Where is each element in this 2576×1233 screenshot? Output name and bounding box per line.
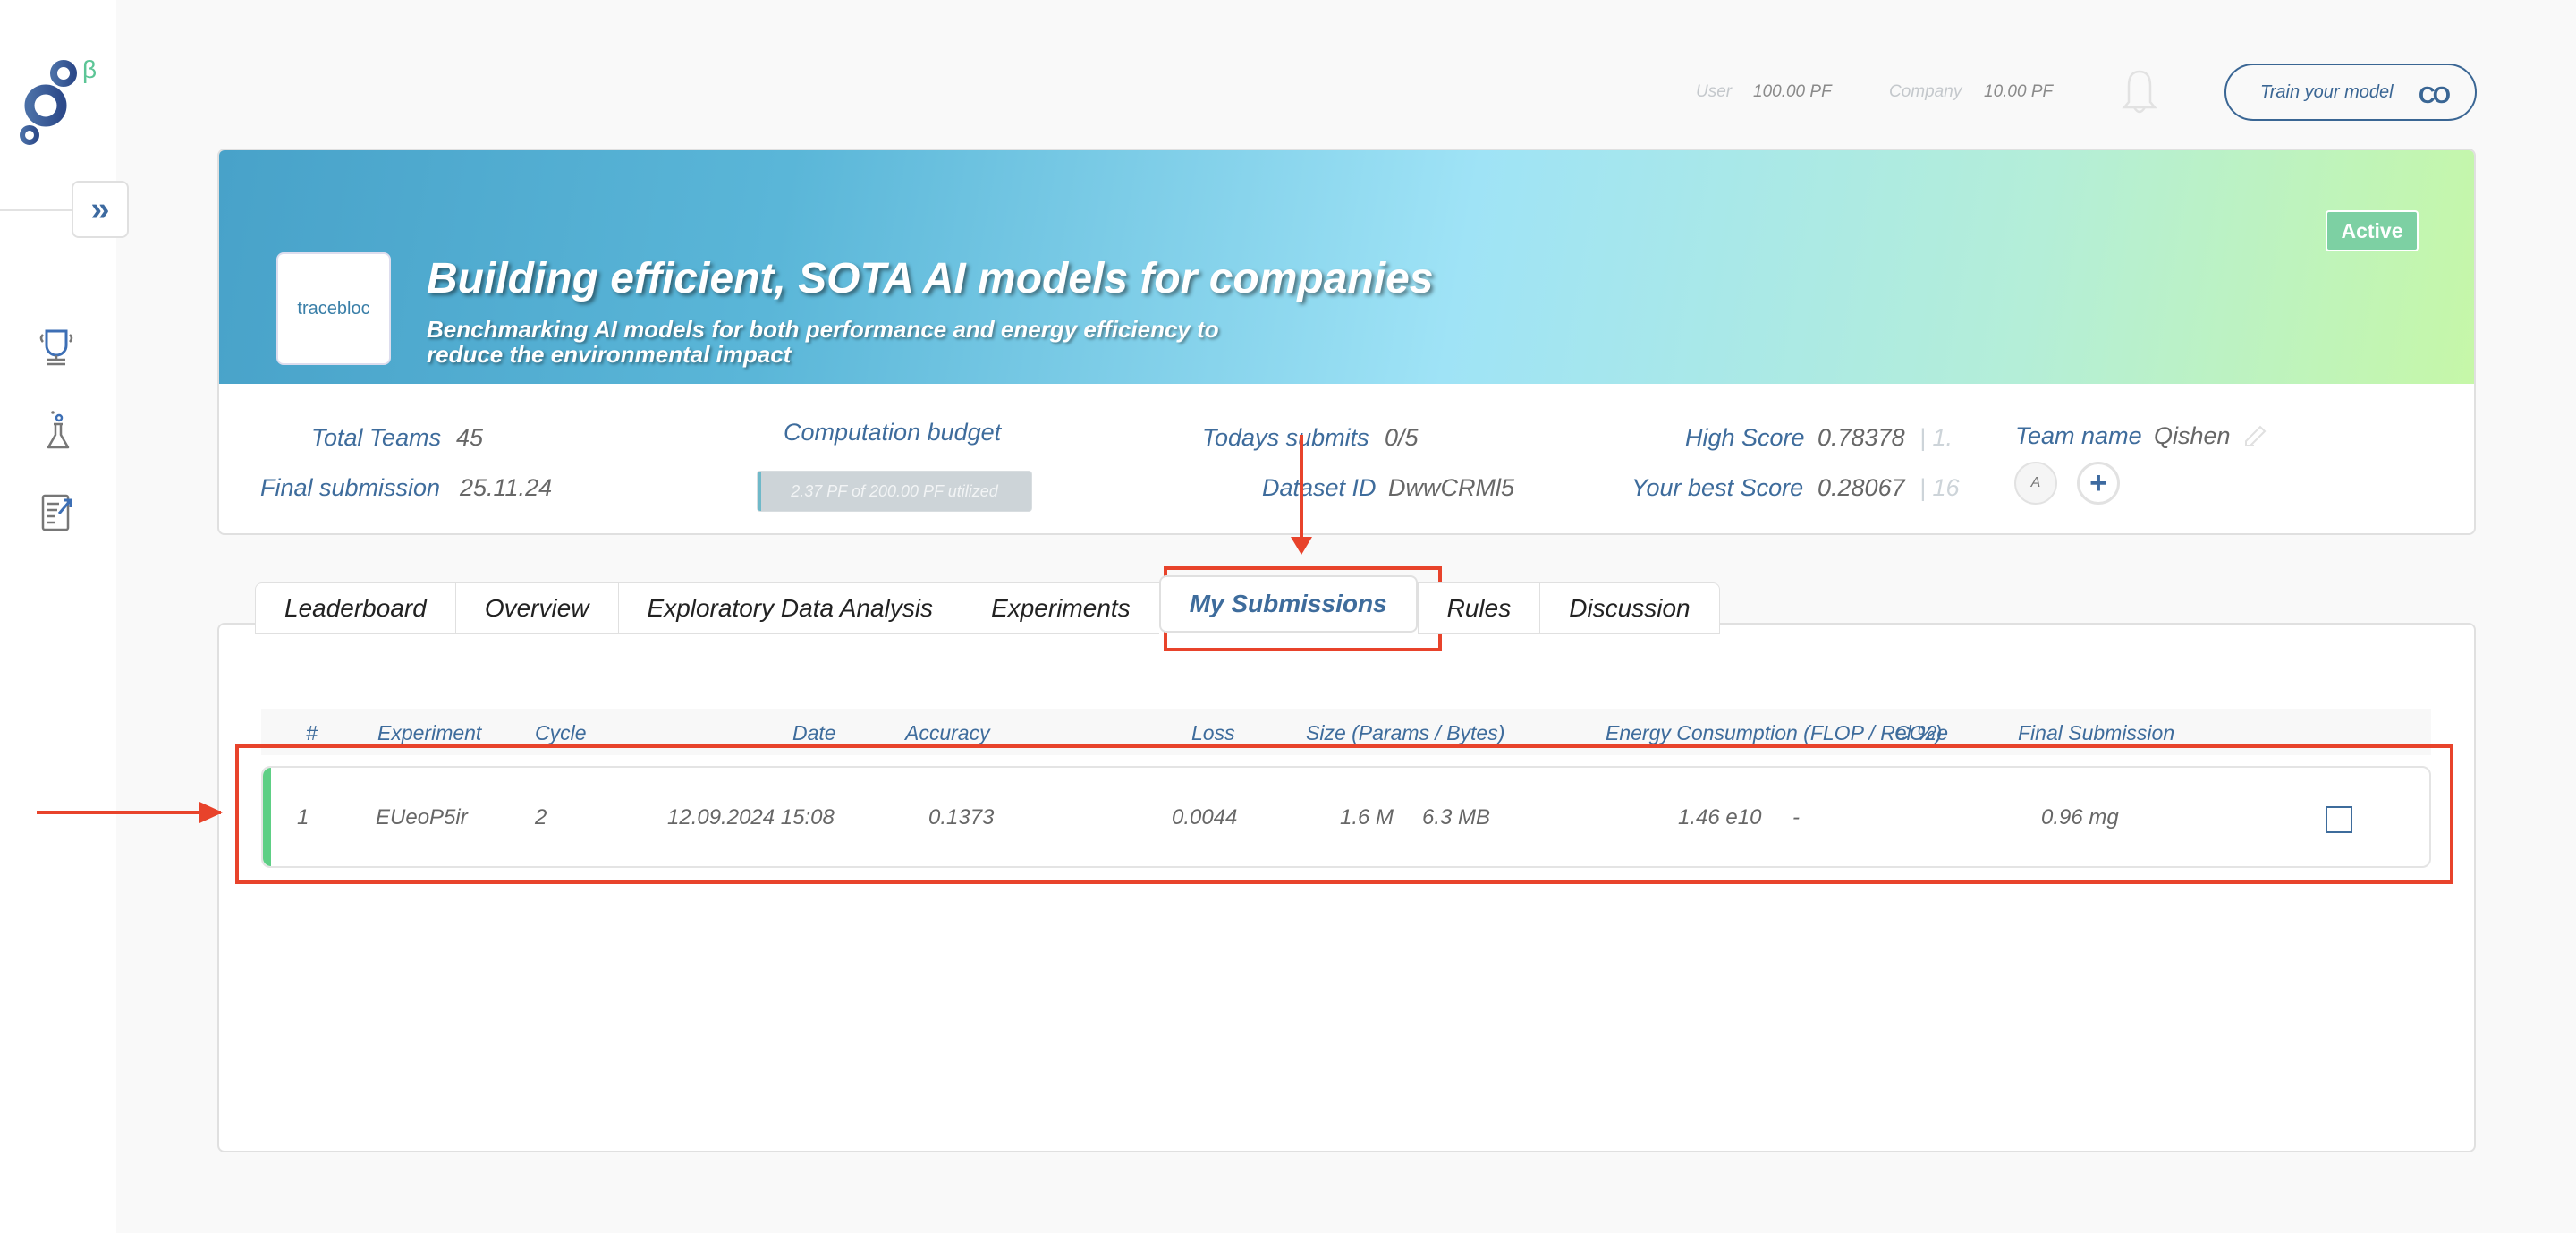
competition-subtitle: Benchmarking AI models for both performa… bbox=[427, 316, 1219, 368]
competition-tabs: Leaderboard Overview Exploratory Data An… bbox=[255, 575, 1720, 634]
sidebar-divider bbox=[0, 209, 72, 211]
dataset-id-label: Dataset ID bbox=[1262, 474, 1377, 501]
company-budget-label: Company bbox=[1889, 82, 1962, 101]
notification-bell-icon[interactable] bbox=[2122, 68, 2157, 116]
tab-leaderboard[interactable]: Leaderboard bbox=[255, 582, 455, 634]
column-header-experiment[interactable]: Experiment bbox=[377, 721, 481, 745]
row-accuracy: 0.1373 bbox=[928, 805, 995, 829]
column-header-cycle[interactable]: Cycle bbox=[535, 721, 587, 745]
tab-panel bbox=[217, 623, 2476, 1152]
user-budget-value: 100.00 PF bbox=[1753, 82, 1832, 101]
train-model-button[interactable]: Train your model CO bbox=[2224, 64, 2477, 121]
best-score-rank: | 16 bbox=[1919, 474, 1960, 501]
expand-sidebar-button[interactable]: » bbox=[72, 181, 129, 238]
competition-title: Building efficient, SOTA AI models for c… bbox=[427, 255, 1434, 302]
final-submission-checkbox[interactable] bbox=[2326, 806, 2352, 833]
colab-icon: CO bbox=[2419, 81, 2451, 108]
row-cycle: 2 bbox=[535, 805, 547, 829]
company-budget-value: 10.00 PF bbox=[1984, 82, 2054, 101]
tab-exploratory-data-analysis[interactable]: Exploratory Data Analysis bbox=[617, 582, 962, 634]
column-header-final-submission: Final Submission bbox=[2018, 721, 2175, 744]
competition-banner: tracebloc Building efficient, SOTA AI mo… bbox=[219, 150, 2474, 384]
annotation-arrowhead-down bbox=[1291, 537, 1312, 555]
team-name-label: Team name bbox=[2015, 422, 2142, 449]
todays-submits-label: Todays submits bbox=[1202, 424, 1369, 451]
budget-bar-text: 2.37 PF of 200.00 PF utilized bbox=[791, 481, 998, 500]
computation-budget-label: Computation budget bbox=[784, 419, 1002, 446]
row-bytes: 6.3 MB bbox=[1422, 805, 1491, 829]
user-budget-label: User bbox=[1696, 82, 1733, 101]
add-team-member-button[interactable]: + bbox=[2077, 462, 2120, 505]
train-model-label: Train your model bbox=[2260, 81, 2394, 102]
plus-icon: + bbox=[2089, 465, 2107, 500]
status-badge: Active bbox=[2326, 210, 2419, 251]
row-params: 1.6 M bbox=[1340, 805, 1394, 829]
beta-badge: β bbox=[82, 55, 97, 83]
column-header-energy[interactable]: Energy Consumption (FLOP / Rel %) bbox=[1606, 721, 1942, 745]
row-loss: 0.0044 bbox=[1172, 805, 1238, 829]
best-score-value: 0.28067 bbox=[1818, 474, 1905, 501]
trophy-icon[interactable] bbox=[34, 324, 80, 370]
dataset-id-value: DwwCRMl5 bbox=[1388, 474, 1514, 501]
flask-icon[interactable] bbox=[34, 408, 80, 455]
final-submission-value: 25.11.24 bbox=[460, 474, 553, 501]
total-teams-value: 45 bbox=[456, 424, 484, 451]
annotation-arrow-down bbox=[1300, 435, 1303, 540]
column-header-co2e[interactable]: CO2e bbox=[1894, 721, 1948, 745]
row-date: 12.09.2024 15:08 bbox=[667, 805, 835, 829]
row-co2e: 0.96 mg bbox=[2041, 805, 2119, 829]
row-rel-percent: - bbox=[1792, 805, 1800, 829]
high-score-rank: | 1. bbox=[1919, 424, 1953, 451]
column-header-date[interactable]: Date bbox=[792, 721, 836, 745]
column-header-accuracy[interactable]: Accuracy bbox=[905, 721, 990, 745]
annotation-arrowhead-right bbox=[199, 802, 223, 823]
row-index: 1 bbox=[297, 805, 309, 829]
final-submission-label: Final submission bbox=[260, 474, 441, 501]
tab-experiments[interactable]: Experiments bbox=[962, 582, 1159, 634]
tab-discussion[interactable]: Discussion bbox=[1539, 582, 1720, 634]
team-name-value: Qishen bbox=[2154, 422, 2231, 449]
company-logo: tracebloc bbox=[276, 252, 391, 365]
document-edit-icon[interactable] bbox=[34, 489, 80, 535]
tab-rules[interactable]: Rules bbox=[1417, 582, 1540, 634]
high-score-value: 0.78378 bbox=[1818, 424, 1905, 451]
tab-my-submissions[interactable]: My Submissions bbox=[1158, 575, 1418, 633]
edit-team-name-icon[interactable] bbox=[2243, 424, 2268, 449]
submissions-table-header: # Experiment Cycle Date Accuracy Loss Si… bbox=[261, 709, 2431, 755]
column-header-size[interactable]: Size (Params / Bytes) bbox=[1306, 721, 1504, 745]
row-status-indicator bbox=[263, 768, 271, 866]
row-flop: 1.46 e10 bbox=[1678, 805, 1762, 829]
row-experiment[interactable]: EUeoP5ir bbox=[376, 805, 468, 830]
computation-budget-bar: 2.37 PF of 200.00 PF utilized bbox=[757, 471, 1032, 512]
app-logo[interactable]: β bbox=[16, 55, 106, 154]
column-header-loss[interactable]: Loss bbox=[1191, 721, 1235, 745]
team-member-avatar[interactable]: A bbox=[2014, 462, 2057, 505]
best-score-label: Your best Score bbox=[1631, 474, 1804, 501]
chevron-double-right-icon: » bbox=[90, 190, 110, 228]
tab-overview[interactable]: Overview bbox=[454, 582, 618, 634]
table-row[interactable]: 1 EUeoP5ir 2 12.09.2024 15:08 0.1373 0.0… bbox=[261, 766, 2431, 868]
column-header-index: # bbox=[306, 721, 318, 744]
high-score-label: High Score bbox=[1685, 424, 1805, 451]
total-teams-label: Total Teams bbox=[311, 424, 442, 451]
todays-submits-value: 0/5 bbox=[1385, 424, 1419, 451]
annotation-arrow-right bbox=[37, 811, 221, 814]
